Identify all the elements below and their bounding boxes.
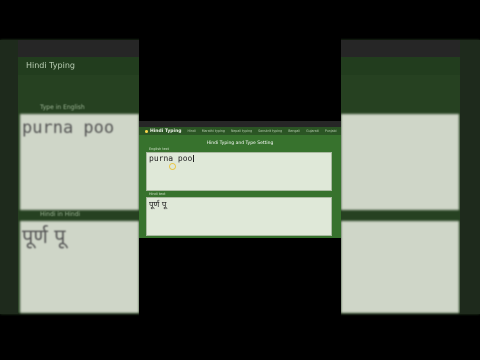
hindi-output-text: पूर्ण पू — [149, 200, 167, 209]
nav-item-0[interactable]: Hindi — [188, 129, 196, 133]
logo-icon — [145, 129, 148, 133]
nav-item-1[interactable]: Marathi typing — [202, 129, 225, 133]
nav-item-6[interactable]: Punjabi — [325, 129, 337, 133]
background-brand: Hindi Typing — [26, 61, 75, 70]
background-edge-left — [0, 40, 18, 314]
background-output-text: पूर्ण पू — [22, 224, 66, 248]
background-output-panel-right — [341, 221, 459, 313]
background-output-label: Hindi in Hindi — [40, 211, 81, 218]
brand[interactable]: Hindi Typing — [145, 129, 182, 134]
hindi-output-field[interactable]: पूर्ण पू — [146, 197, 332, 236]
app-frame: Hindi Typing Hindi Marathi typing Nepali… — [139, 0, 341, 360]
brand-label: Hindi Typing — [150, 128, 182, 134]
input-label: English text — [149, 147, 170, 151]
text-caret — [193, 155, 195, 162]
nav-item-3[interactable]: Sanskrit typing — [258, 129, 282, 133]
mouse-cursor-icon — [169, 163, 176, 170]
english-input-field[interactable]: purna poo — [146, 152, 332, 191]
nav-item-4[interactable]: Bengali — [288, 129, 300, 133]
english-input-text: purna poo — [149, 154, 195, 163]
nav-item-2[interactable]: Nepali typing — [231, 129, 252, 133]
output-label: Hindi text — [149, 192, 166, 196]
nav-item-5[interactable]: Gujarati — [306, 129, 319, 133]
background-edge-right — [460, 40, 480, 314]
background-input-text: purna poo — [22, 118, 115, 138]
background-input-label: Type in English — [40, 104, 85, 111]
top-nav: Hindi Typing Hindi Marathi typing Nepali… — [139, 127, 341, 135]
page-title: Hindi Typing and Type Setting — [206, 141, 274, 146]
background-input-panel-right — [341, 114, 459, 210]
